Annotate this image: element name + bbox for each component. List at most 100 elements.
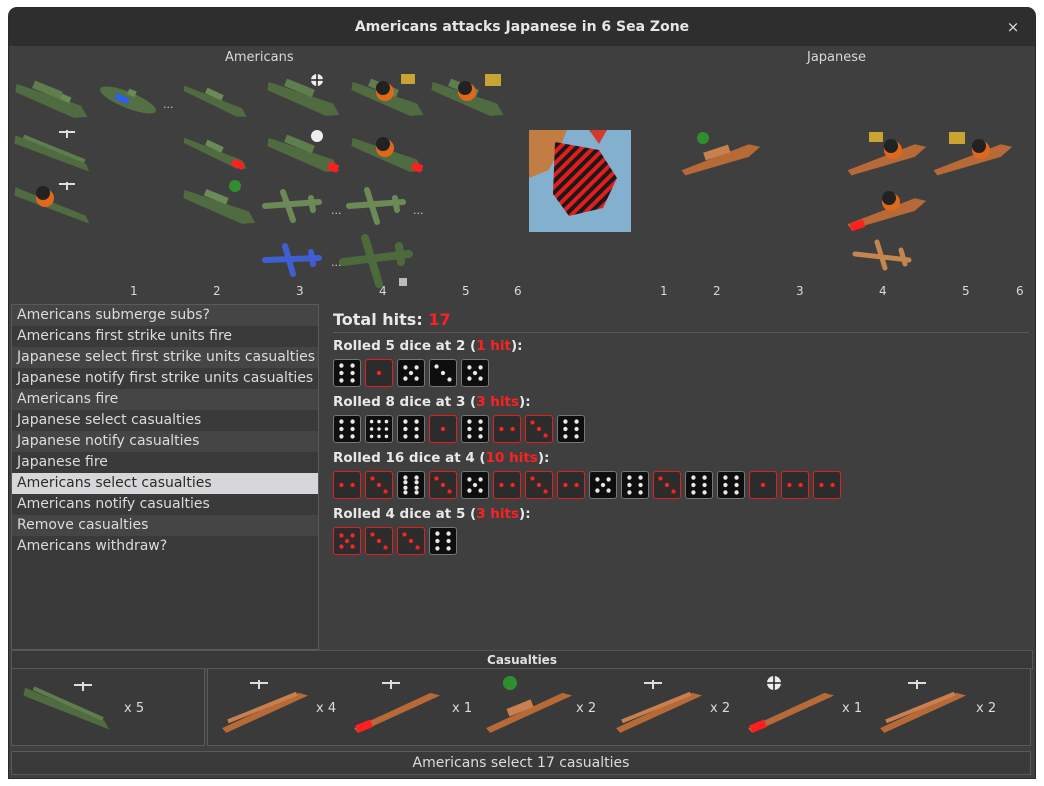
miss-die [685,471,713,499]
step-item[interactable]: Americans notify casualties [12,494,318,515]
us-fighter-unit [262,189,322,223]
roll-label: Rolled 16 dice at 4 (10 hits): [333,449,1033,467]
miss-die [589,471,617,499]
rolls-container: Rolled 5 dice at 2 (1 hit): Rolled 8 dice… [333,337,1033,557]
hit-die [525,471,553,499]
roll-label: Rolled 4 dice at 5 (3 hits): [333,505,1033,523]
hit-die [557,471,585,499]
step-item[interactable]: Americans select casualties [12,473,318,494]
hit-die [653,471,681,499]
column-number: 6 [1016,284,1024,298]
roll-prefix: Rolled 8 dice at 3 ( [333,394,477,410]
miss-die [717,471,745,499]
hit-die [429,471,457,499]
step-item[interactable]: Japanese notify first strike units casua… [12,368,318,389]
hit-die [333,527,361,555]
casualty-count: x 2 [710,701,731,716]
title-bar: Americans attacks Japanese in 6 Sea Zone… [9,8,1035,46]
casualty-count: x 4 [316,701,337,716]
hit-die [397,527,425,555]
column-number: 4 [879,284,887,298]
window-title: Americans attacks Japanese in 6 Sea Zone [354,19,690,35]
casualty-count: x 2 [976,701,997,716]
roll-suffix: ): [511,338,523,354]
casualties-header: Casualties [11,650,1033,670]
step-item[interactable]: Americans withdraw? [12,536,318,557]
units-area: ... ... ... ... [9,66,1035,292]
american-casualties: x 5 [11,668,205,746]
step-item[interactable]: Japanese select casualties [12,410,318,431]
hit-die [781,471,809,499]
us-navy-fighter-unit [262,243,322,277]
column-number: 2 [713,284,721,298]
step-item[interactable]: Japanese notify casualties [12,431,318,452]
japanese-casualties: x 4 x 1 x 2 x 2 x 1 x 2 [207,668,1031,746]
casualty-count: x 1 [842,701,863,716]
total-hits: Total hits: 17 [333,308,1029,333]
us-destroyer-damaged-unit [183,137,247,171]
battle-steps-list[interactable]: Americans submerge subs? Americans first… [11,304,319,650]
miss-die [461,359,489,387]
column-number: 6 [514,284,522,298]
us-battleship-damaged-unit [267,130,340,173]
us-bomber-unit [339,234,413,288]
status-bar: Americans select 17 casualties [11,751,1031,775]
us-battleship-unit [15,80,88,118]
miss-die [461,415,489,443]
miss-die [429,359,457,387]
dice-row [333,471,1033,501]
jp-battleship-target-casualty [748,676,835,733]
battle-window: Americans attacks Japanese in 6 Sea Zone… [9,8,1035,778]
column-number: 5 [962,284,970,298]
miss-die [397,471,425,499]
us-destroyer-unit [183,85,247,118]
us-fighter-unit [346,187,406,225]
hit-die [493,415,521,443]
overflow-marker: ... [331,204,342,217]
total-hits-label: Total hits: [333,310,423,329]
roll-suffix: ): [537,450,550,466]
step-item[interactable]: Americans submerge subs? [12,305,318,326]
step-item[interactable]: Remove casualties [12,515,318,536]
step-item[interactable]: Americans fire [12,389,318,410]
roll-label: Rolled 5 dice at 2 (1 hit): [333,337,1033,355]
roll-hits: 1 hit [476,338,512,354]
overflow-marker: ... [413,204,424,217]
column-number: 3 [796,284,804,298]
step-item[interactable]: Americans first strike units fire [12,326,318,347]
step-item[interactable]: Japanese fire [12,452,318,473]
hit-die [525,415,553,443]
hit-die [493,471,521,499]
miss-die [397,415,425,443]
casualty-count: x 5 [124,701,145,716]
sea-zone-map [529,130,631,232]
miss-die [429,527,457,555]
jp-fighter-unit [852,239,912,271]
jp-battleship-burning-unit [847,132,927,176]
jp-carrier-damaged-casualty [354,680,441,733]
jp-carrier-casualty [880,680,967,733]
roll-hits: 3 hits [476,394,520,410]
roll-suffix: ): [519,506,531,522]
us-cruiser-aa-unit [183,180,256,224]
jp-carrier-casualty [222,680,309,733]
us-battleship-burning-unit [351,74,424,116]
miss-die [397,359,425,387]
miss-die [365,415,393,443]
column-number: 1 [130,284,138,298]
close-icon[interactable]: × [1001,8,1025,46]
column-number: 5 [462,284,470,298]
step-item[interactable]: Japanese select first strike units casua… [12,347,318,368]
overflow-marker: ... [163,98,174,111]
roll-prefix: Rolled 16 dice at 4 ( [333,450,486,466]
us-submarine-unit [100,86,156,114]
roll-hits: 3 hits [476,506,520,522]
attacker-column-numbers: 1 2 3 4 5 6 [9,284,529,302]
defender-label: Japanese [807,50,867,65]
hit-die [813,471,841,499]
attacker-label: Americans [225,50,294,65]
hit-die [365,527,393,555]
roll-label: Rolled 8 dice at 3 (3 hits): [333,393,1033,411]
hit-die [429,415,457,443]
us-battleship-target-unit [267,74,340,116]
